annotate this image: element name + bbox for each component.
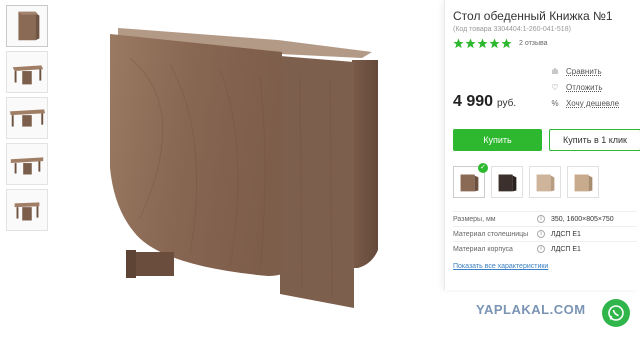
variant-brown[interactable]: ✓ bbox=[453, 163, 488, 198]
whatsapp-icon[interactable] bbox=[602, 299, 630, 327]
wishlist-label: Отложить bbox=[566, 82, 603, 92]
spec-key: Материал столешницы bbox=[453, 230, 529, 238]
spec-value: ЛДСП Е1 bbox=[551, 230, 581, 238]
buy-button[interactable]: Купить bbox=[453, 129, 542, 151]
spec-row: Размеры, мм i 350, 1600×805×750 bbox=[453, 211, 637, 226]
variant-sonoma[interactable] bbox=[567, 166, 599, 198]
product-code: (Код товара 3304404:1-260-041-518) bbox=[453, 26, 571, 33]
info-icon[interactable]: i bbox=[531, 245, 551, 253]
compare-label: Сравнить bbox=[566, 66, 602, 76]
variant-light[interactable] bbox=[529, 166, 561, 198]
price: 4 990 руб. bbox=[453, 93, 516, 111]
discount-request-label: Хочу дешевле bbox=[566, 98, 620, 108]
price-currency: руб. bbox=[497, 98, 517, 109]
rating: 2 отзыва bbox=[453, 37, 640, 49]
thumbnail-3[interactable] bbox=[6, 97, 48, 139]
product-main-image[interactable] bbox=[100, 18, 400, 308]
star-icon bbox=[477, 38, 488, 48]
check-icon: ✓ bbox=[478, 163, 488, 173]
spec-row: Материал столешницы i ЛДСП Е1 bbox=[453, 226, 637, 241]
product-info-panel: Стол обеденный Книжка №1 (Код товара 330… bbox=[444, 0, 640, 290]
spec-key: Материал корпуса bbox=[453, 245, 513, 253]
rating-stars bbox=[453, 38, 513, 49]
spec-row: Материал корпуса i ЛДСП Е1 bbox=[453, 241, 637, 256]
product-page: Стол обеденный Книжка №1 (Код товара 330… bbox=[0, 0, 640, 340]
compare-icon: ılı bbox=[551, 66, 559, 76]
spec-key: Размеры, мм bbox=[453, 215, 496, 223]
info-icon[interactable]: i bbox=[531, 230, 551, 238]
star-icon bbox=[501, 38, 512, 48]
price-amount: 4 990 bbox=[453, 93, 494, 110]
product-title: Стол обеденный Книжка №1 bbox=[453, 9, 613, 23]
info-icon[interactable]: i bbox=[531, 215, 551, 223]
show-all-specs-link[interactable]: Показать все характеристики bbox=[453, 263, 548, 270]
percent-icon: % bbox=[551, 98, 559, 108]
spec-value: 350, 1600×805×750 bbox=[551, 215, 614, 223]
color-variants: ✓ bbox=[453, 163, 605, 198]
discount-request-action[interactable]: % Хочу дешевле bbox=[549, 95, 640, 111]
watermark: YAPLAKAL.COM bbox=[476, 302, 586, 317]
heart-icon: ♡ bbox=[551, 82, 559, 92]
star-icon bbox=[453, 38, 464, 48]
wishlist-action[interactable]: ♡ Отложить bbox=[549, 79, 640, 95]
compare-action[interactable]: ılı Сравнить bbox=[549, 63, 640, 79]
thumbnail-5[interactable] bbox=[6, 189, 48, 231]
spec-value: ЛДСП Е1 bbox=[551, 245, 581, 253]
variant-dark[interactable] bbox=[491, 166, 523, 198]
star-icon bbox=[489, 38, 500, 48]
thumbnail-gallery bbox=[6, 5, 48, 235]
star-icon bbox=[465, 38, 476, 48]
specs-table: Размеры, мм i 350, 1600×805×750 Материал… bbox=[453, 211, 637, 256]
reviews-link[interactable]: 2 отзыва bbox=[519, 40, 548, 47]
thumbnail-4[interactable] bbox=[6, 143, 48, 185]
thumbnail-1[interactable] bbox=[6, 5, 48, 47]
product-actions: ılı Сравнить ♡ Отложить % Хочу дешевле bbox=[549, 63, 640, 111]
thumbnail-2[interactable] bbox=[6, 51, 48, 93]
one-click-buy-button[interactable]: Купить в 1 клик bbox=[549, 129, 640, 151]
